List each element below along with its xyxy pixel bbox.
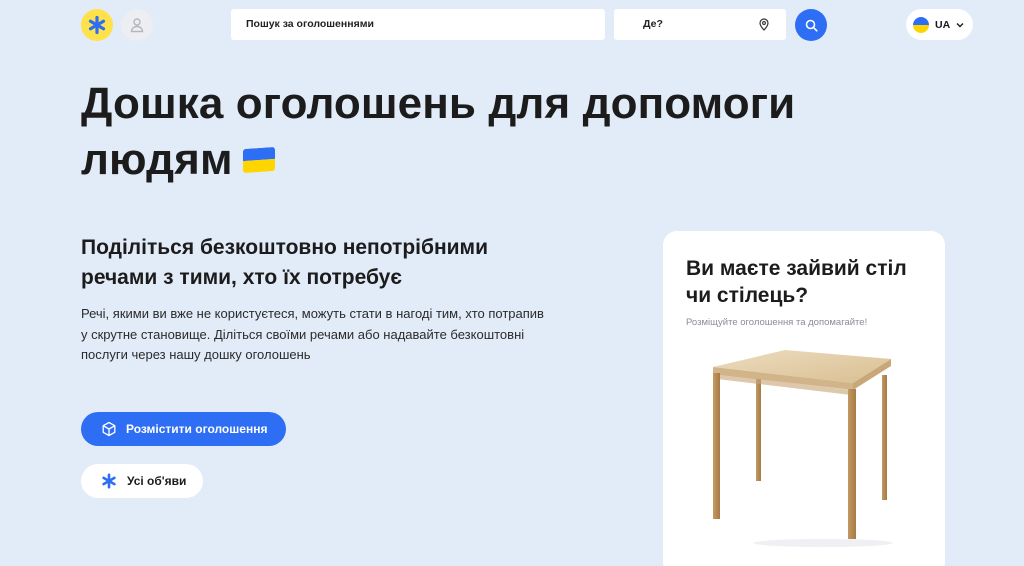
map-pin-icon [759,18,769,31]
promo-card[interactable]: Ви маєте зайвий стіл чи стілець? Розміщу… [663,231,945,566]
hero-subtitle: Поділіться безкоштовно непотрібними реча… [81,236,488,289]
search-icon [805,19,818,32]
post-ad-label: Розмістити оголошення [126,422,268,436]
language-label: UA [935,18,951,31]
promo-card-subtitle: Розміщуйте оголошення та допомагайте! [686,317,868,328]
page-title-text: Дошка оголошень для допомоги людям [81,79,796,184]
hero-description: Речі, якими ви вже не користуєтеся, можу… [81,306,544,362]
asterisk-icon [88,15,106,35]
location-input[interactable]: Де? [614,9,786,40]
chevron-down-icon [956,22,964,27]
post-ad-button[interactable]: Розмістити оголошення [81,412,286,446]
box-icon [102,421,116,437]
ukraine-flag-icon [242,146,275,174]
location-placeholder: Де? [643,18,663,30]
logo[interactable] [81,9,113,41]
search-input[interactable]: Пошук за оголошеннями [231,9,605,40]
user-account-button[interactable] [121,9,153,41]
page-title: Дошка оголошень для допомоги людям [81,76,801,188]
language-selector[interactable]: UA [906,9,973,40]
asterisk-icon [102,473,116,489]
promo-card-title: Ви маєте зайвий стіл чи стілець? [686,257,907,307]
all-ads-button[interactable]: Усі об'яви [81,464,203,498]
ukraine-flag-icon [913,16,929,33]
user-icon [130,18,144,33]
search-button[interactable] [795,9,827,41]
table-image [713,350,893,547]
all-ads-label: Усі об'яви [127,474,187,488]
